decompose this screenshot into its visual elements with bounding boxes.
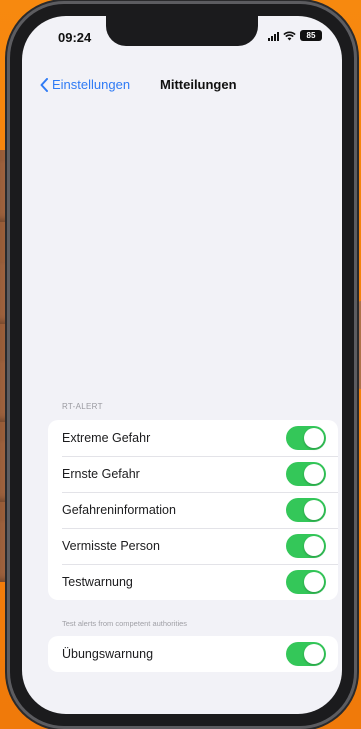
chevron-left-icon	[40, 77, 48, 92]
row-label: Testwarnung	[62, 575, 133, 589]
toggle-knob	[304, 572, 324, 592]
back-button-label: Einstellungen	[52, 77, 131, 92]
photo-stage: 09:24 85 Einstellungen Mitteilungen RT-A…	[0, 0, 361, 729]
list-item-exercise-alert: Übungswarnung	[48, 636, 338, 672]
toggle-knob	[304, 536, 324, 556]
battery-icon: 85	[300, 30, 322, 41]
list-item-extreme-danger: Extreme Gefahr	[48, 420, 338, 456]
phone-screen: 09:24 85 Einstellungen Mitteilungen RT-A…	[22, 16, 342, 714]
list-item-severe-danger: Ernste Gefahr	[48, 456, 338, 492]
page-title: Mitteilungen	[160, 77, 237, 92]
row-label: Gefahreninformation	[62, 503, 176, 517]
row-label: Extreme Gefahr	[62, 431, 151, 445]
toggle-knob	[304, 644, 324, 664]
toggle-danger-information[interactable]	[286, 498, 326, 522]
list-item-test-alert: Testwarnung	[48, 564, 338, 600]
status-icons: 85	[268, 30, 322, 41]
toggle-knob	[304, 428, 324, 448]
phone-frame: 09:24 85 Einstellungen Mitteilungen RT-A…	[10, 4, 354, 726]
toggle-knob	[304, 464, 324, 484]
alerts-group: Extreme Gefahr Ernste Gefahr Gefahreninf…	[48, 420, 338, 600]
toggle-missing-person[interactable]	[286, 534, 326, 558]
toggle-test-alert[interactable]	[286, 570, 326, 594]
signal-icon	[268, 31, 279, 41]
row-label: Vermisste Person	[62, 539, 160, 553]
toggle-exercise-alert[interactable]	[286, 642, 326, 666]
toggle-extreme-danger[interactable]	[286, 426, 326, 450]
back-button[interactable]: Einstellungen	[40, 77, 130, 92]
row-label: Übungswarnung	[62, 647, 154, 661]
row-label: Ernste Gefahr	[62, 467, 140, 481]
section-header-alerts: RT-ALERT	[62, 402, 103, 411]
list-item-danger-information: Gefahreninformation	[48, 492, 338, 528]
notch	[106, 16, 258, 46]
nav-bar: Einstellungen Mitteilungen	[22, 74, 342, 98]
status-time: 09:24	[58, 30, 92, 45]
wifi-icon	[283, 31, 296, 40]
toggle-severe-danger[interactable]	[286, 462, 326, 486]
toggle-knob	[304, 500, 324, 520]
alerts-footer: Test alerts from competent authorities	[62, 619, 188, 628]
list-item-missing-person: Vermisste Person	[48, 528, 338, 564]
exercise-group: Übungswarnung	[48, 636, 338, 672]
